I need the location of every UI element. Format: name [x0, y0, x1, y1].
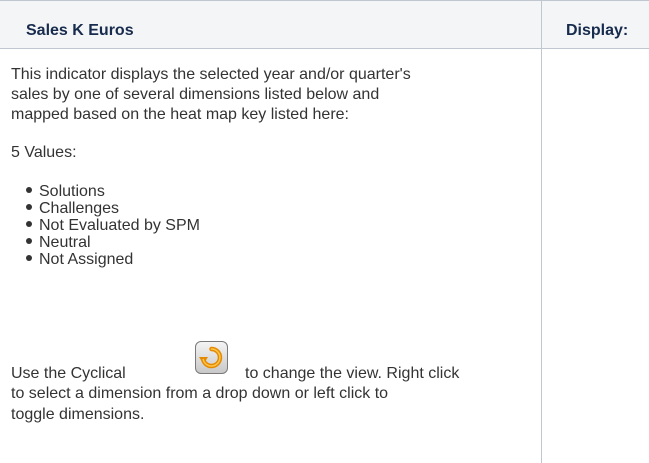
list-item-label: Solutions [39, 183, 105, 200]
column-divider [541, 0, 542, 463]
list-item: Solutions [11, 183, 536, 200]
cyclical-refresh-icon [195, 341, 228, 374]
bullet-icon [26, 255, 32, 261]
header-divider [0, 48, 649, 49]
description-paragraph: This indicator displays the selected yea… [11, 65, 536, 125]
list-item-label: Challenges [39, 200, 120, 217]
intro-line-3: mapped based on the heat map key listed … [11, 106, 349, 123]
description-cell: This indicator displays the selected yea… [11, 65, 536, 268]
list-item-label: Not Evaluated by SPM [39, 217, 200, 234]
list-item: Neutral [11, 234, 536, 251]
info-table: Sales K Euros Display: This indicator di… [0, 0, 649, 463]
list-item: Not Evaluated by SPM [11, 217, 536, 234]
cyclical-line-2: to select a dimension from a drop down o… [11, 385, 389, 402]
values-heading: 5 Values: [11, 144, 77, 161]
bullet-icon [26, 221, 32, 227]
list-item-label: Not Assigned [39, 251, 134, 268]
list-item: Challenges [11, 200, 536, 217]
list-item-label: Neutral [39, 234, 91, 251]
header-title-display: Display: [566, 22, 629, 39]
cyclical-line-1b: to change the view. Right click [245, 365, 460, 382]
header-title-sales: Sales K Euros [26, 22, 134, 39]
bullet-icon [26, 187, 32, 193]
list-item: Not Assigned [11, 251, 536, 268]
values-list: Solutions Challenges Not Evaluated by SP… [11, 183, 536, 268]
cyclical-line-3: toggle dimensions. [11, 406, 145, 423]
intro-line-2: sales by one of several dimensions liste… [11, 86, 380, 103]
intro-line-1: This indicator displays the selected yea… [11, 66, 411, 83]
cyclical-line-1a: Use the Cyclical [11, 365, 126, 382]
bullet-icon [26, 238, 32, 244]
bullet-icon [26, 204, 32, 210]
